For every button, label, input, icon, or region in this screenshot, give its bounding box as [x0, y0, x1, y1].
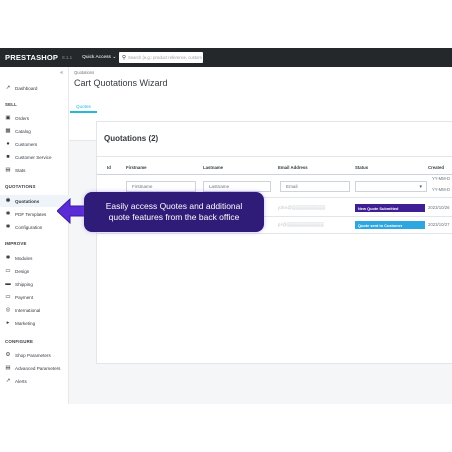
sidebar-item-label: Configuration — [15, 224, 43, 230]
callout-arrow-icon — [57, 198, 89, 224]
column-header-lastname[interactable]: Lastname — [203, 165, 223, 170]
section-quotations: QUOTATIONS — [5, 184, 36, 189]
sidebar-item-label: Customer Service — [15, 154, 52, 160]
trend-icon: ↗ — [5, 378, 11, 384]
sidebar-item-label: Orders — [15, 115, 30, 121]
sidebar-item-alerts[interactable]: ↗ Alerts — [0, 375, 69, 387]
store-icon: ▩ — [5, 128, 11, 134]
header-divider — [97, 174, 452, 175]
sidebar-item-modules[interactable]: ✱ Modules — [0, 252, 69, 264]
created-cell: 2023/10/26 — [428, 205, 450, 210]
email-cell: pr@▒▒▒▒▒▒▒▒▒▒▒ — [278, 222, 324, 227]
settings-icon: ▤ — [5, 365, 11, 371]
sidebar-item-label: Payment — [15, 294, 34, 300]
chevron-down-icon: ▾ — [419, 183, 422, 190]
sidebar-item-dashboard[interactable]: ↗ Dashboard — [0, 82, 69, 94]
megaphone-icon: ▸ — [6, 320, 10, 326]
column-header-firstname[interactable]: Firstname — [126, 165, 147, 170]
sidebar-item-label: Quotations — [15, 198, 40, 204]
sidebar-item-orders[interactable]: ▣ Orders — [0, 112, 69, 124]
feature-callout: Easily access Quotes and additional quot… — [86, 194, 262, 230]
quick-access-menu[interactable]: Quick Access ⌄ — [82, 55, 116, 60]
sidebar-item-label: Dashboard — [15, 85, 38, 91]
date-from-filter[interactable]: YY-MM-D — [432, 176, 450, 181]
puzzle-icon: ✱ — [5, 211, 11, 217]
sidebar-item-customer-service[interactable]: ■ Customer Service — [0, 151, 69, 163]
sidebar: « ↗ Dashboard SELL ▣ Orders ▩ Catalog ● … — [0, 67, 69, 404]
sidebar-item-label: Advanced Parameters — [15, 365, 61, 371]
status-badge: Quote sent to Customer — [355, 221, 425, 229]
sidebar-item-marketing[interactable]: ▸ Marketing — [0, 317, 69, 329]
lastname-filter-input[interactable]: Lastname — [203, 181, 271, 192]
email-cell: john@▒▒▒▒▒▒▒▒▒▒ — [278, 205, 326, 210]
page-title: Cart Quotations Wizard — [74, 78, 168, 88]
quotations-panel: Quotations (2) Id Firstname Lastname Ema… — [96, 121, 452, 364]
credit-card-icon: ▭ — [5, 294, 11, 300]
callout-line-2: quote features from the back office — [108, 212, 240, 222]
puzzle-icon: ✱ — [5, 224, 11, 230]
section-sell: SELL — [5, 102, 18, 107]
email-filter-input[interactable]: Email — [280, 181, 350, 192]
truck-icon: ▬ — [5, 281, 11, 287]
sidebar-item-shop-parameters[interactable]: ⚙ Shop Parameters — [0, 349, 69, 361]
puzzle-icon: ✱ — [5, 255, 11, 261]
sidebar-item-label: International — [15, 307, 41, 313]
firstname-filter-input[interactable]: Firstname — [126, 181, 196, 192]
date-to-filter[interactable]: YY-MM-D — [432, 187, 450, 192]
breadcrumb[interactable]: Quotations — [74, 70, 94, 75]
sidebar-item-payment[interactable]: ▭ Payment — [0, 291, 69, 303]
top-bar: PRESTASHOP 8.1.1 Quick Access ⌄ ⚲ Search… — [0, 48, 452, 67]
sidebar-item-label: Shop Parameters — [15, 352, 51, 358]
sidebar-item-international[interactable]: ◎ International — [0, 304, 69, 316]
sidebar-item-label: Alerts — [15, 378, 27, 384]
sidebar-item-design[interactable]: ▭ Design — [0, 265, 69, 277]
divider — [97, 156, 452, 157]
globe-icon: ◎ — [5, 307, 11, 313]
row-divider — [97, 233, 452, 234]
sidebar-item-label: Shipping — [15, 281, 33, 287]
version-label: 8.1.1 — [62, 55, 73, 60]
search-input[interactable]: ⚲ Search (e.g.: product reference, custo… — [119, 52, 203, 63]
created-cell: 2023/10/27 — [428, 222, 450, 227]
sidebar-item-stats[interactable]: ▤ Stats — [0, 164, 69, 176]
column-header-email[interactable]: Email Address — [278, 165, 308, 170]
sidebar-item-label: PDF Templates — [15, 211, 47, 217]
section-configure: CONFIGURE — [5, 339, 34, 344]
sidebar-item-customers[interactable]: ● Customers — [0, 138, 69, 150]
search-placeholder: Search (e.g.: product reference, custom — [128, 55, 202, 60]
trend-icon: ↗ — [5, 85, 11, 91]
sidebar-item-label: Catalog — [15, 128, 31, 134]
prestashop-logo[interactable]: PRESTASHOP — [5, 53, 58, 62]
sidebar-item-label: Customers — [15, 141, 38, 147]
sidebar-item-label: Marketing — [15, 320, 36, 326]
desktop-icon: ▭ — [5, 268, 11, 274]
column-header-created[interactable]: Created — [428, 165, 444, 170]
person-icon: ● — [6, 141, 10, 147]
callout-line-1: Easily access Quotes and additional — [105, 201, 243, 211]
sidebar-item-advanced-parameters[interactable]: ▤ Advanced Parameters — [0, 362, 69, 374]
collapse-sidebar-icon[interactable]: « — [60, 70, 63, 76]
basket-icon: ▣ — [5, 115, 11, 121]
puzzle-icon: ✱ — [5, 198, 11, 204]
status-badge: New Quote Submitted — [355, 204, 425, 212]
column-header-id[interactable]: Id — [107, 165, 111, 170]
stats-icon: ▤ — [5, 167, 11, 173]
status-filter-select[interactable]: ▾ — [355, 181, 427, 192]
sidebar-item-catalog[interactable]: ▩ Catalog — [0, 125, 69, 137]
chat-icon: ■ — [6, 154, 10, 160]
sidebar-item-label: Design — [15, 268, 30, 274]
sidebar-item-label: Modules — [15, 255, 33, 261]
section-improve: IMPROVE — [5, 241, 27, 246]
sidebar-item-shipping[interactable]: ▬ Shipping — [0, 278, 69, 290]
tab-quotes[interactable]: Quotes — [70, 101, 97, 113]
panel-title: Quotations (2) — [104, 134, 159, 143]
sidebar-item-label: Stats — [15, 167, 26, 173]
search-icon: ⚲ — [122, 54, 127, 61]
gear-icon: ⚙ — [5, 352, 11, 358]
column-header-status[interactable]: Status — [355, 165, 368, 170]
